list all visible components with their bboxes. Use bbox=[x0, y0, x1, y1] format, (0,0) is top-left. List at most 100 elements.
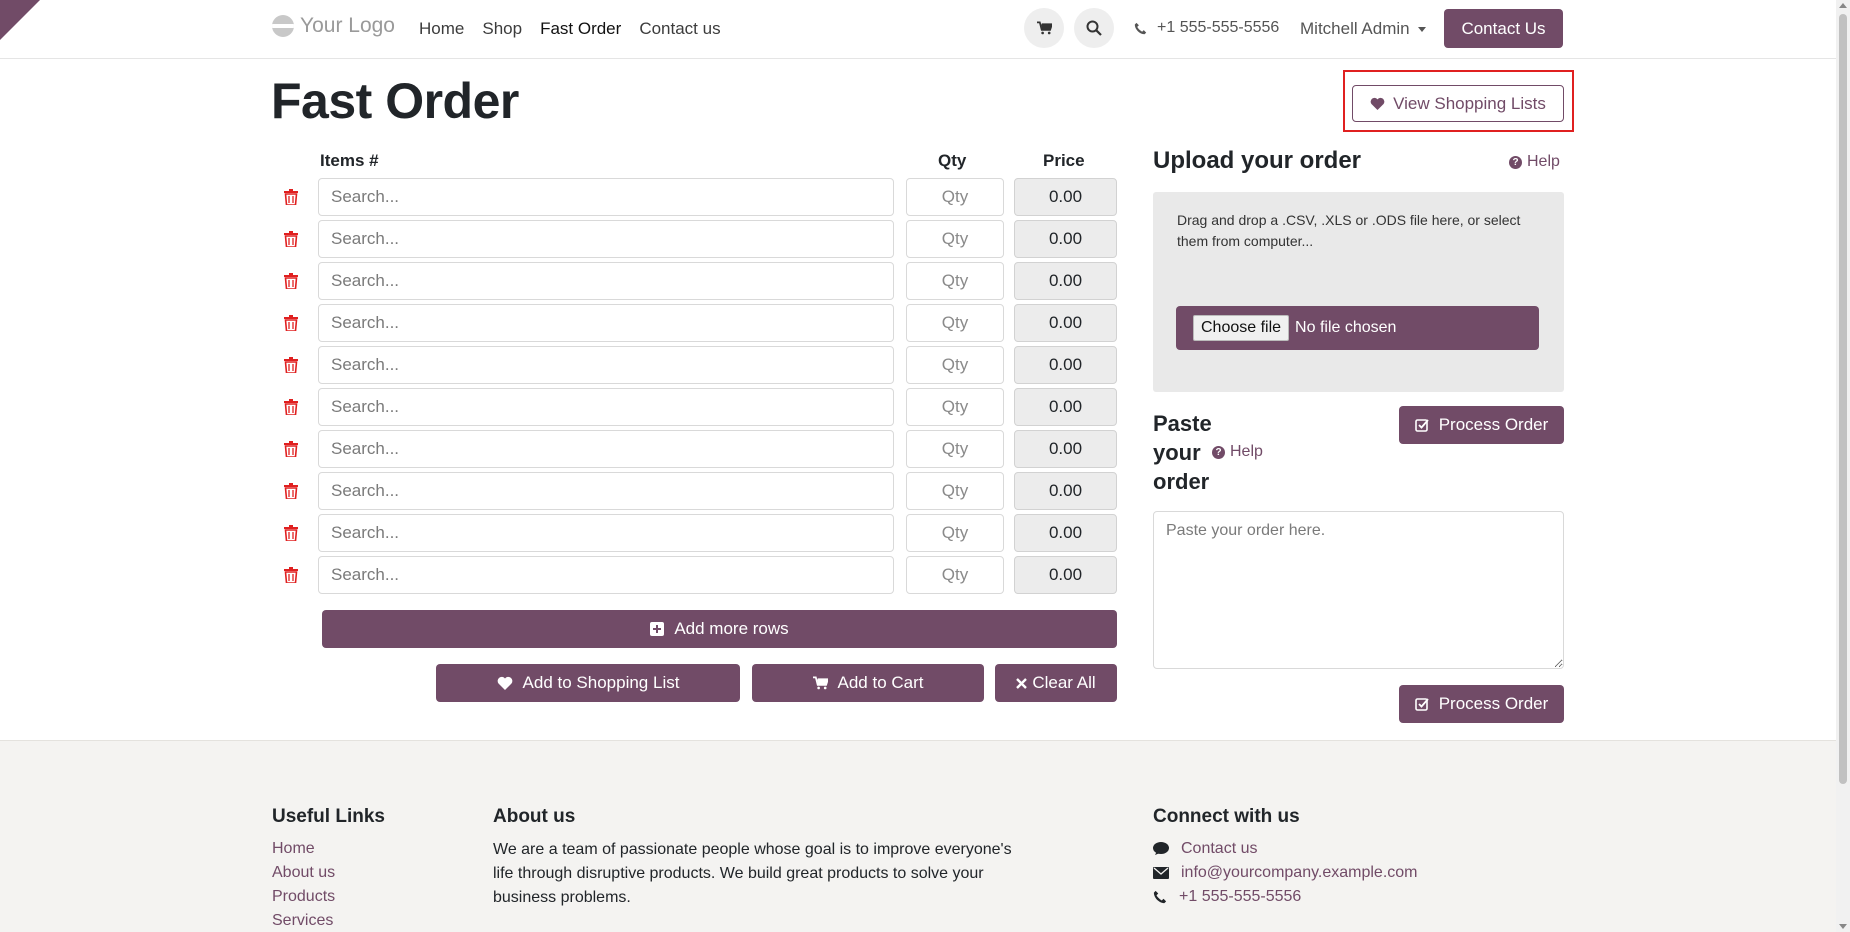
trash-icon[interactable] bbox=[284, 231, 298, 247]
footer-contact-text: Contact us bbox=[1181, 840, 1258, 857]
footer-phone-link[interactable]: +1 555-555-5556 bbox=[1153, 888, 1301, 906]
file-input[interactable]: Choose file No file chosen bbox=[1176, 306, 1539, 350]
search-button[interactable] bbox=[1074, 8, 1114, 48]
nav-contact-us[interactable]: Contact us bbox=[639, 19, 720, 39]
col-header-qty: Qty bbox=[938, 151, 967, 170]
contact-us-button[interactable]: Contact Us bbox=[1444, 9, 1563, 48]
footer-contact-link[interactable]: Contact us bbox=[1153, 840, 1257, 858]
qty-input[interactable] bbox=[906, 262, 1004, 300]
product-search-input[interactable] bbox=[318, 346, 894, 384]
footer-email-link[interactable]: info@yourcompany.example.com bbox=[1153, 864, 1418, 882]
clear-all-button[interactable]: Clear All bbox=[995, 664, 1117, 702]
upload-order-title: Upload your order bbox=[1153, 147, 1362, 174]
nav-shop[interactable]: Shop bbox=[482, 19, 522, 39]
main-nav: Home Shop Fast Order Contact us bbox=[419, 19, 721, 39]
order-line: 0.00 bbox=[0, 514, 1850, 554]
trash-icon[interactable] bbox=[284, 357, 298, 373]
scroll-up-icon[interactable] bbox=[1839, 3, 1847, 8]
product-search-input[interactable] bbox=[318, 388, 894, 426]
order-line: 0.00 bbox=[0, 346, 1850, 386]
header-phone[interactable]: +1 555-555-5556 bbox=[1134, 19, 1279, 37]
trash-icon[interactable] bbox=[284, 315, 298, 331]
process-order-button-top[interactable]: Process Order bbox=[1399, 406, 1564, 444]
page-title: Fast Order bbox=[271, 73, 519, 129]
product-search-input[interactable] bbox=[318, 556, 894, 594]
product-search-input[interactable] bbox=[318, 262, 894, 300]
upload-help-link[interactable]: ? Help bbox=[1509, 153, 1560, 171]
phone-icon bbox=[1153, 890, 1167, 904]
cart-icon bbox=[812, 676, 828, 690]
product-search-input[interactable] bbox=[318, 304, 894, 342]
view-shopping-lists-button[interactable]: View Shopping Lists bbox=[1352, 85, 1564, 122]
footer-link-home[interactable]: Home bbox=[272, 840, 315, 858]
drop-zone-text: Drag and drop a .CSV, .XLS or .ODS file … bbox=[1177, 212, 1521, 249]
trash-icon[interactable] bbox=[284, 567, 298, 583]
trash-icon[interactable] bbox=[284, 273, 298, 289]
add-more-rows-label: Add more rows bbox=[674, 619, 789, 638]
order-line: 0.00 bbox=[0, 472, 1850, 512]
heart-icon bbox=[1370, 97, 1385, 110]
order-line: 0.00 bbox=[0, 556, 1850, 596]
site-footer: Useful Links Home About us Products Serv… bbox=[0, 740, 1836, 932]
price-field: 0.00 bbox=[1014, 346, 1117, 384]
paste-order-textarea[interactable] bbox=[1153, 511, 1564, 669]
choose-file-button[interactable]: Choose file bbox=[1193, 315, 1290, 341]
cart-button[interactable] bbox=[1024, 8, 1064, 48]
debug-corner-badge[interactable] bbox=[0, 0, 40, 40]
qty-input[interactable] bbox=[906, 388, 1004, 426]
trash-icon[interactable] bbox=[284, 525, 298, 541]
price-field: 0.00 bbox=[1014, 304, 1117, 342]
product-search-input[interactable] bbox=[318, 430, 894, 468]
check-square-icon bbox=[1414, 419, 1429, 432]
price-field: 0.00 bbox=[1014, 220, 1117, 258]
order-line: 0.00 bbox=[0, 262, 1850, 302]
product-search-input[interactable] bbox=[318, 220, 894, 258]
qty-input[interactable] bbox=[906, 346, 1004, 384]
product-search-input[interactable] bbox=[318, 178, 894, 216]
page-scrollbar[interactable] bbox=[1836, 0, 1850, 932]
footer-link-about-us[interactable]: About us bbox=[272, 864, 335, 882]
paste-order-title: Paste your order bbox=[1153, 411, 1212, 494]
process-order-label: Process Order bbox=[1438, 415, 1549, 434]
trash-icon[interactable] bbox=[284, 399, 298, 415]
qty-input[interactable] bbox=[906, 304, 1004, 342]
col-header-items: Items # bbox=[320, 151, 379, 170]
user-menu-toggle[interactable]: Mitchell Admin bbox=[1300, 19, 1426, 39]
price-field: 0.00 bbox=[1014, 388, 1117, 426]
footer-connect-title: Connect with us bbox=[1153, 806, 1300, 827]
add-more-rows-button[interactable]: Add more rows bbox=[322, 610, 1117, 648]
file-drop-zone[interactable]: Drag and drop a .CSV, .XLS or .ODS file … bbox=[1153, 192, 1564, 392]
scroll-down-icon[interactable] bbox=[1839, 924, 1847, 929]
paste-help-link[interactable]: ? Help bbox=[1212, 443, 1263, 461]
nav-home[interactable]: Home bbox=[419, 19, 464, 39]
trash-icon[interactable] bbox=[284, 483, 298, 499]
qty-input[interactable] bbox=[906, 514, 1004, 552]
qty-input[interactable] bbox=[906, 220, 1004, 258]
qty-input[interactable] bbox=[906, 430, 1004, 468]
footer-link-products[interactable]: Products bbox=[272, 888, 335, 906]
qty-input[interactable] bbox=[906, 556, 1004, 594]
qty-input[interactable] bbox=[906, 178, 1004, 216]
product-search-input[interactable] bbox=[318, 514, 894, 552]
paste-help-label: Help bbox=[1230, 443, 1263, 460]
trash-icon[interactable] bbox=[284, 189, 298, 205]
product-search-input[interactable] bbox=[318, 472, 894, 510]
phone-icon bbox=[1134, 22, 1147, 34]
add-to-shopping-list-button[interactable]: Add to Shopping List bbox=[436, 664, 740, 702]
qty-input[interactable] bbox=[906, 472, 1004, 510]
order-line: 0.00 bbox=[0, 178, 1850, 218]
trash-icon[interactable] bbox=[284, 441, 298, 457]
order-line: 0.00 bbox=[0, 430, 1850, 470]
scrollbar-thumb[interactable] bbox=[1839, 14, 1847, 784]
add-to-cart-label: Add to Cart bbox=[837, 673, 924, 692]
times-icon bbox=[1016, 677, 1028, 689]
add-to-shopping-list-label: Add to Shopping List bbox=[522, 673, 680, 692]
process-order-button-bottom[interactable]: Process Order bbox=[1399, 685, 1564, 723]
price-field: 0.00 bbox=[1014, 262, 1117, 300]
top-navbar: Your Logo Home Shop Fast Order Contact u… bbox=[0, 0, 1836, 59]
add-to-cart-button[interactable]: Add to Cart bbox=[752, 664, 984, 702]
nav-fast-order[interactable]: Fast Order bbox=[540, 19, 621, 39]
site-logo[interactable]: Your Logo bbox=[272, 14, 395, 38]
footer-about-text: We are a team of passionate people whose… bbox=[493, 841, 1012, 906]
footer-link-services[interactable]: Services bbox=[272, 912, 333, 930]
